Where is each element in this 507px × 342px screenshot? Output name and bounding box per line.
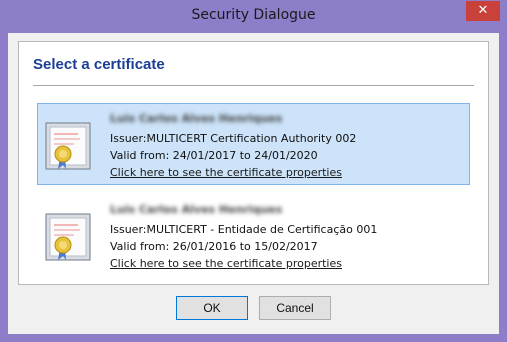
certificate-issuer: Issuer:MULTICERT Certification Authority… <box>110 132 357 145</box>
title-bar[interactable]: Security Dialogue ✕ <box>0 0 507 33</box>
dialog-heading: Select a certificate <box>33 56 165 73</box>
security-dialog-window: Security Dialogue ✕ Select a certificate <box>0 0 507 342</box>
certificate-holder-name: Luis Carlos Alves Henriques <box>110 112 283 125</box>
certificate-properties-link[interactable]: Click here to see the certificate proper… <box>110 257 342 270</box>
certificate-panel: Select a certificate Luis Carlos Alves H… <box>18 41 489 285</box>
certificate-properties-link[interactable]: Click here to see the certificate proper… <box>110 166 342 179</box>
ok-button[interactable]: OK <box>176 296 248 320</box>
certificate-item-1[interactable]: Luis Carlos Alves Henriques Issuer:MULTI… <box>37 103 470 185</box>
certificate-icon <box>45 213 91 261</box>
certificate-validity: Valid from: 24/01/2017 to 24/01/2020 <box>110 149 318 162</box>
certificate-issuer: Issuer:MULTICERT - Entidade de Certifica… <box>110 223 378 236</box>
dialog-client-area: Select a certificate Luis Carlos Alves H… <box>8 33 499 334</box>
cancel-button[interactable]: Cancel <box>259 296 331 320</box>
certificate-item-2[interactable]: Luis Carlos Alves Henriques Issuer:MULTI… <box>37 194 470 276</box>
certificate-validity: Valid from: 26/01/2016 to 15/02/2017 <box>110 240 318 253</box>
window-title: Security Dialogue <box>191 7 316 23</box>
certificate-holder-name: Luis Carlos Alves Henriques <box>110 203 283 216</box>
heading-divider <box>33 85 474 86</box>
certificate-icon <box>45 122 91 170</box>
close-icon: ✕ <box>477 3 489 18</box>
close-button[interactable]: ✕ <box>466 1 500 21</box>
